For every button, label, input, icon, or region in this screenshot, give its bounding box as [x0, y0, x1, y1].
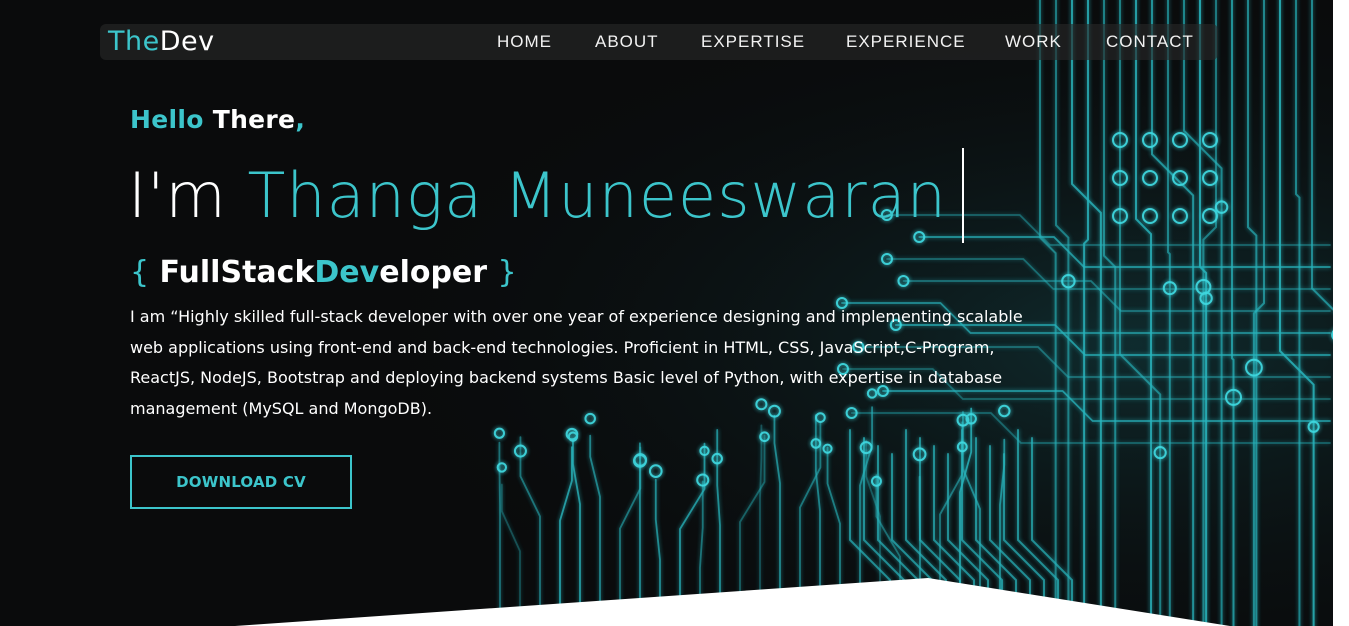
role-part-fullstack: FullStack — [159, 255, 315, 290]
role-part-dev: Dev — [314, 255, 380, 290]
nav-about-link[interactable]: ABOUT — [595, 32, 659, 52]
logo-suffix: Dev — [159, 26, 215, 57]
developer-name: Thanga Muneeswaran — [247, 159, 947, 232]
role-close-brace: } — [497, 255, 517, 290]
nav-expertise-link[interactable]: EXPERTISE — [701, 32, 805, 52]
site-logo[interactable]: TheDev — [108, 25, 215, 59]
headline-intro: I'm — [128, 159, 227, 232]
greeting-hello: Hello — [130, 105, 204, 134]
hero-section: TheDev HOME ABOUT EXPERTISE EXPERIENCE W… — [0, 0, 1333, 626]
bio-paragraph: I am “Highly skilled full-stack develope… — [130, 307, 1023, 418]
nav-experience-link[interactable]: EXPERIENCE — [846, 32, 966, 52]
role-open-brace: { — [130, 255, 150, 290]
role-title: { FullStackDeveloper } — [130, 253, 517, 293]
top-navbar: TheDev HOME ABOUT EXPERTISE EXPERIENCE W… — [100, 24, 1218, 60]
hero-headline: I'm Thanga Muneeswaran — [128, 156, 947, 236]
greeting-comma: , — [295, 105, 306, 134]
greeting-there: There — [212, 105, 296, 134]
typing-cursor — [962, 148, 964, 243]
logo-prefix: The — [108, 26, 160, 57]
nav-work-link[interactable]: WORK — [1005, 32, 1062, 52]
download-cv-button[interactable]: DOWNLOAD CV — [130, 455, 352, 509]
role-part-eloper: eloper — [379, 255, 488, 290]
nav-home-link[interactable]: HOME — [497, 32, 552, 52]
page-scrollbar[interactable] — [1333, 0, 1349, 626]
greeting-text: Hello There, — [130, 103, 305, 137]
nav-contact-link[interactable]: CONTACT — [1106, 32, 1194, 52]
